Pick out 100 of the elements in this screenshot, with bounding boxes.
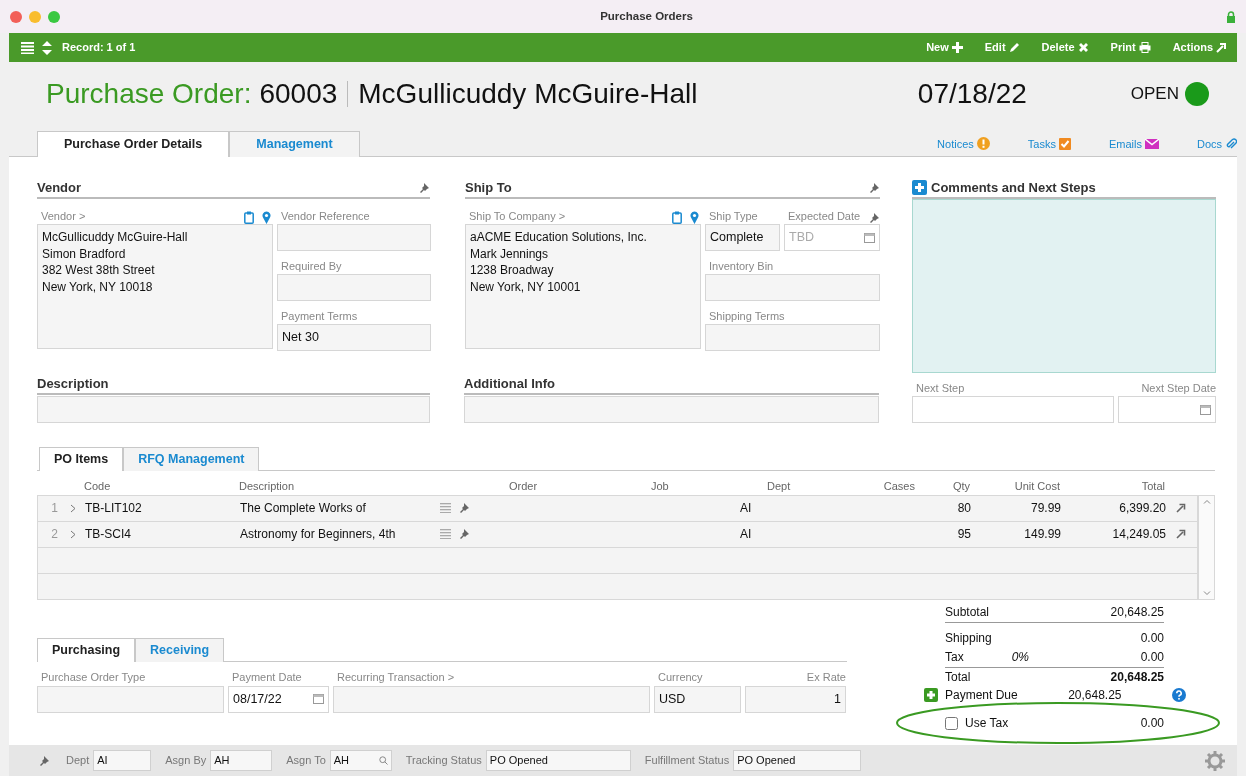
scroll-down-icon[interactable]	[1202, 590, 1211, 596]
calendar-icon[interactable]	[313, 694, 324, 704]
scrollbar[interactable]	[1198, 494, 1215, 600]
location-pin-icon[interactable]	[690, 211, 699, 224]
input-field[interactable]: AI	[93, 750, 152, 771]
pin-icon[interactable]	[419, 181, 430, 194]
table-cell-text: 14,249.05	[1111, 526, 1167, 544]
field-label: Currency	[658, 670, 703, 685]
expand-arrow-icon[interactable]	[1176, 529, 1186, 540]
input-field[interactable]	[912, 396, 1114, 423]
tab[interactable]: PO Items	[39, 447, 124, 471]
table-cell-text: 149.99	[1023, 526, 1062, 544]
input-field[interactable]	[705, 274, 880, 301]
field-label: Payment Date	[232, 670, 302, 685]
expand-arrow-icon[interactable]	[1176, 503, 1186, 514]
input-field[interactable]: USD	[654, 685, 741, 713]
row-number: 2	[50, 526, 59, 544]
pin-icon[interactable]	[459, 502, 470, 515]
field-label: Next Step Date	[1141, 380, 1216, 396]
field-label: Purchase Order Type	[41, 670, 146, 685]
input-field[interactable]	[464, 396, 879, 423]
scroll-up-icon[interactable]	[1202, 498, 1211, 504]
table-cell-text: AI	[740, 500, 753, 518]
menu-icon[interactable]	[21, 41, 34, 54]
input-field[interactable]	[277, 224, 431, 251]
address-line: 382 West 38th Street	[42, 262, 155, 279]
column-header: Description	[239, 478, 295, 494]
address-line: 1238 Broadway	[470, 262, 554, 279]
search-icon[interactable]	[378, 756, 388, 765]
field-label: Dept	[66, 753, 90, 769]
tax-rate: 0%	[1011, 649, 1030, 667]
input-field[interactable]: Complete	[705, 224, 780, 251]
total-value: 20,648.25	[1110, 603, 1164, 621]
pin-icon[interactable]	[459, 528, 470, 541]
checkbox[interactable]	[945, 716, 958, 730]
up-down-icon[interactable]	[42, 40, 52, 55]
row-number: 1	[50, 500, 59, 518]
total-value: 20,648.25	[1110, 668, 1164, 686]
input-field[interactable]	[333, 685, 650, 713]
clipboard-icon[interactable]	[672, 211, 682, 224]
tab[interactable]: Purchasing	[37, 637, 136, 662]
alert-icon[interactable]	[976, 137, 990, 151]
table-cell-text: The Complete Works of	[240, 500, 367, 518]
toolbar-button[interactable]: Edit	[984, 39, 1020, 56]
input-field[interactable]: AH	[329, 750, 392, 771]
help-icon[interactable]	[1172, 688, 1186, 703]
notes-icon[interactable]	[440, 503, 451, 514]
notes-icon[interactable]	[440, 529, 451, 540]
status-label: OPEN	[1130, 83, 1179, 106]
plus-icon	[951, 42, 963, 53]
expand-chevron-icon[interactable]	[70, 503, 76, 513]
address-line: Mark Jennings	[470, 245, 549, 262]
input-field[interactable]: Net 30	[277, 324, 431, 351]
window-control-icon[interactable]	[48, 10, 60, 23]
pin-icon[interactable]	[39, 754, 50, 767]
field-label: Recurring Transaction >	[337, 670, 455, 685]
checkmark-icon[interactable]	[1058, 137, 1071, 150]
toolbar-button[interactable]: New	[926, 39, 963, 56]
envelope-icon[interactable]	[1144, 138, 1159, 149]
toolbar-button[interactable]: Print	[1110, 39, 1151, 56]
location-pin-icon[interactable]	[262, 211, 271, 224]
window-title: Purchase Orders	[600, 9, 693, 22]
arrow-icon	[1216, 42, 1227, 53]
settings-icon[interactable]	[1205, 750, 1225, 771]
add-icon[interactable]	[924, 688, 938, 703]
input-field[interactable]: AH	[210, 750, 273, 771]
calendar-icon[interactable]	[1200, 404, 1211, 415]
table-cell-text: 95	[956, 526, 972, 544]
address-field[interactable]: McGullicuddy McGuire-Hall Simon Bradford 382 West 38th Street New York, NY 10018	[37, 224, 273, 349]
section-title: Comments and Next Steps	[931, 178, 1096, 197]
input-field[interactable]	[37, 396, 430, 423]
toolbar-button[interactable]: Actions	[1172, 39, 1227, 56]
table-cell-text: TB-SCI4	[85, 526, 132, 544]
field-label: Expected Date	[788, 208, 861, 224]
input-field[interactable]: PO Opened	[485, 750, 631, 771]
input-field[interactable]	[705, 324, 880, 351]
input-field[interactable]	[277, 274, 431, 301]
paperclip-icon[interactable]	[1225, 137, 1237, 150]
window-control-icon[interactable]	[29, 10, 41, 23]
toolbar-button[interactable]: Delete	[1041, 39, 1089, 56]
column-header: Order	[508, 478, 538, 494]
address-field[interactable]: aACME Education Solutions, Inc. Mark Jennings 1238 Broadway New York, NY 10001	[465, 224, 701, 349]
input-field[interactable]: PO Opened	[733, 750, 862, 771]
column-header: Cases	[882, 478, 916, 494]
pin-icon[interactable]	[869, 181, 880, 194]
field-label: Payment Terms	[281, 308, 358, 324]
input-field[interactable]	[37, 685, 224, 713]
table-cell-text: 80	[956, 500, 972, 518]
tab[interactable]: Purchase Order Details	[37, 131, 230, 157]
address-line: Simon Bradford	[42, 245, 126, 262]
input-field[interactable]: 1	[745, 685, 846, 713]
field-label: Shipping Terms	[709, 308, 785, 324]
window-control-icon[interactable]	[10, 10, 22, 23]
input-field[interactable]	[1118, 396, 1216, 423]
calendar-icon[interactable]	[864, 232, 875, 243]
add-icon[interactable]	[912, 180, 927, 195]
expand-chevron-icon[interactable]	[70, 529, 76, 539]
pin-icon[interactable]	[869, 212, 880, 224]
clipboard-icon[interactable]	[244, 211, 254, 224]
input-field[interactable]: 08/17/22	[228, 685, 329, 713]
